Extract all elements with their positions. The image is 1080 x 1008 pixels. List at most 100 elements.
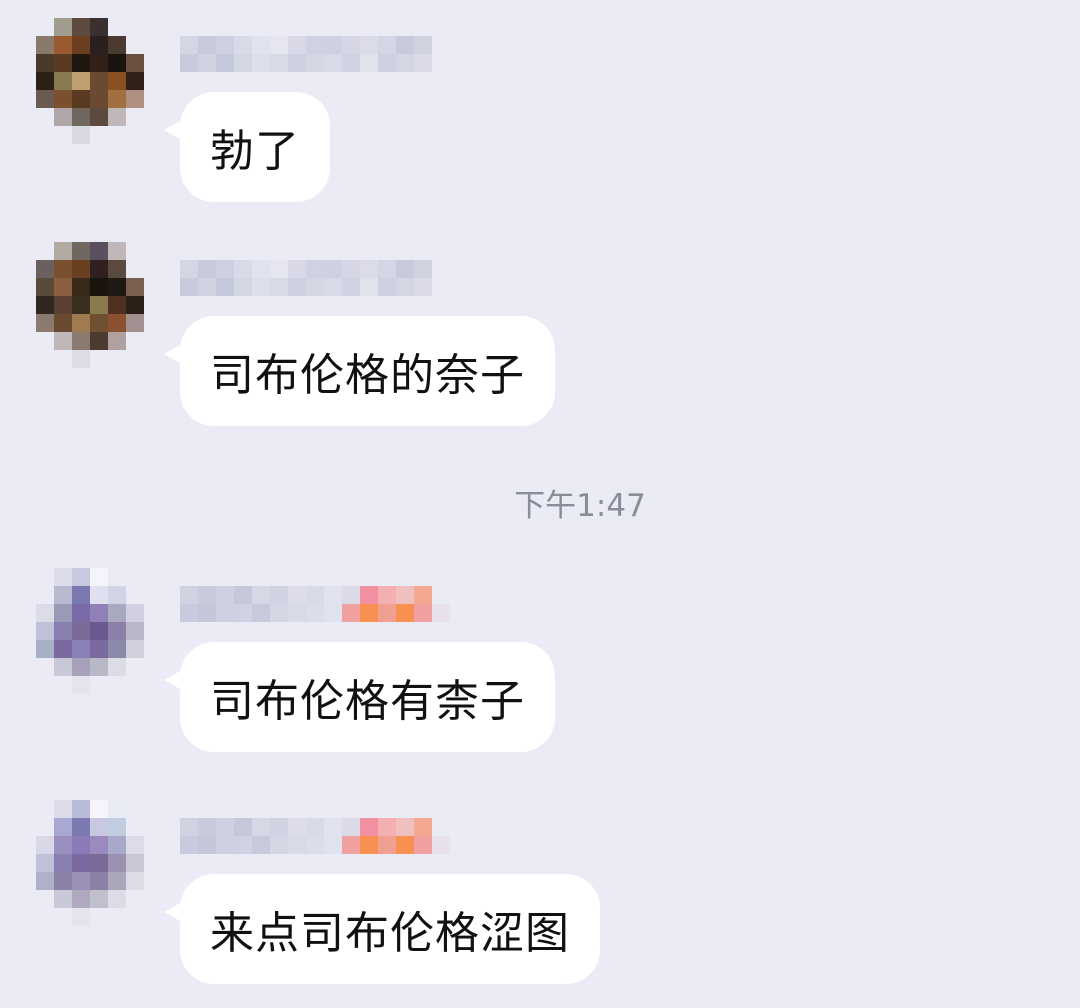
avatar-pixel bbox=[90, 658, 108, 676]
avatar-pixel bbox=[36, 854, 54, 872]
name-pixel bbox=[216, 278, 234, 296]
avatar-pixel bbox=[126, 90, 144, 108]
avatar-pixel bbox=[36, 640, 54, 658]
message-bubble[interactable]: 司布伦格有柰子 bbox=[164, 642, 555, 752]
avatar-pixel bbox=[90, 908, 108, 926]
name-pixel bbox=[234, 604, 252, 622]
avatar-pixel bbox=[36, 604, 54, 622]
name-pixel bbox=[306, 278, 324, 296]
avatar-pixel bbox=[90, 54, 108, 72]
avatar-pixel bbox=[54, 640, 72, 658]
avatar-pixel bbox=[54, 350, 72, 368]
name-pixel bbox=[306, 54, 324, 72]
avatar-pixel bbox=[108, 260, 126, 278]
avatar-pixel bbox=[126, 872, 144, 890]
name-pixel bbox=[324, 836, 342, 854]
sender-name-blurred bbox=[180, 818, 450, 854]
avatar-pixel bbox=[36, 350, 54, 368]
avatar-pixel bbox=[90, 36, 108, 54]
name-pixel bbox=[252, 54, 270, 72]
avatar-pixel bbox=[108, 676, 126, 694]
avatar-pixel bbox=[90, 260, 108, 278]
name-pixel bbox=[360, 278, 378, 296]
avatar-pixel bbox=[72, 622, 90, 640]
avatar-pixel bbox=[108, 658, 126, 676]
avatar-pixel bbox=[90, 72, 108, 90]
avatar-pixel bbox=[72, 854, 90, 872]
avatar-pixel bbox=[90, 640, 108, 658]
name-pixel bbox=[234, 36, 252, 54]
avatar-pixel bbox=[72, 818, 90, 836]
name-pixel bbox=[198, 604, 216, 622]
avatar-pixel bbox=[108, 242, 126, 260]
avatar[interactable] bbox=[36, 242, 144, 368]
sender-name-blurred bbox=[180, 260, 432, 296]
avatar-pixel bbox=[90, 18, 108, 36]
avatar-pixel bbox=[126, 332, 144, 350]
name-pixel bbox=[180, 36, 198, 54]
name-pixel bbox=[306, 836, 324, 854]
avatar-pixel bbox=[90, 278, 108, 296]
name-pixel bbox=[396, 54, 414, 72]
avatar-pixel bbox=[36, 54, 54, 72]
avatar-pixel bbox=[90, 836, 108, 854]
avatar-pixel bbox=[126, 676, 144, 694]
avatar-pixel bbox=[72, 872, 90, 890]
avatar-pixel bbox=[72, 108, 90, 126]
avatar-pixel bbox=[54, 604, 72, 622]
avatar-pixel bbox=[108, 108, 126, 126]
name-pixel bbox=[216, 54, 234, 72]
avatar-pixel bbox=[54, 836, 72, 854]
avatar[interactable] bbox=[36, 568, 144, 694]
name-pixel bbox=[432, 818, 450, 836]
name-pixel bbox=[324, 586, 342, 604]
name-pixel bbox=[234, 260, 252, 278]
avatar-pixel bbox=[108, 126, 126, 144]
name-pixel bbox=[432, 604, 450, 622]
message-bubble[interactable]: 来点司布伦格涩图 bbox=[164, 874, 600, 984]
avatar-pixel bbox=[36, 890, 54, 908]
name-pixel bbox=[306, 36, 324, 54]
avatar-pixel bbox=[72, 260, 90, 278]
name-pixel bbox=[324, 36, 342, 54]
avatar-pixel bbox=[36, 18, 54, 36]
avatar-pixel bbox=[126, 314, 144, 332]
name-pixel bbox=[342, 586, 360, 604]
name-pixel bbox=[180, 54, 198, 72]
avatar-pixel bbox=[126, 854, 144, 872]
name-pixel bbox=[414, 586, 432, 604]
avatar[interactable] bbox=[36, 18, 144, 144]
name-pixel bbox=[180, 260, 198, 278]
avatar-pixel bbox=[36, 908, 54, 926]
avatar-pixel bbox=[90, 818, 108, 836]
avatar-pixel bbox=[36, 296, 54, 314]
name-pixel bbox=[252, 278, 270, 296]
name-pixel bbox=[234, 54, 252, 72]
name-pixel bbox=[378, 604, 396, 622]
name-pixel bbox=[198, 586, 216, 604]
avatar-pixel bbox=[126, 18, 144, 36]
avatar-pixel bbox=[126, 36, 144, 54]
avatar-pixel bbox=[108, 36, 126, 54]
avatar-pixel bbox=[108, 350, 126, 368]
avatar-pixel bbox=[72, 800, 90, 818]
name-pixel bbox=[324, 604, 342, 622]
avatar-pixel bbox=[90, 314, 108, 332]
name-pixel bbox=[198, 278, 216, 296]
sender-name-blurred bbox=[180, 586, 450, 622]
avatar-pixel bbox=[126, 818, 144, 836]
avatar-pixel bbox=[72, 72, 90, 90]
avatar-pixel bbox=[54, 260, 72, 278]
name-pixel bbox=[252, 586, 270, 604]
avatar-pixel bbox=[54, 908, 72, 926]
name-pixel bbox=[252, 836, 270, 854]
name-pixel bbox=[180, 818, 198, 836]
avatar-pixel bbox=[72, 658, 90, 676]
message-bubble[interactable]: 勃了 bbox=[164, 92, 330, 202]
avatar-pixel bbox=[126, 350, 144, 368]
avatar-pixel bbox=[90, 872, 108, 890]
avatar-pixel bbox=[36, 818, 54, 836]
message-bubble[interactable]: 司布伦格的奈子 bbox=[164, 316, 555, 426]
avatar[interactable] bbox=[36, 800, 144, 926]
name-pixel bbox=[216, 818, 234, 836]
